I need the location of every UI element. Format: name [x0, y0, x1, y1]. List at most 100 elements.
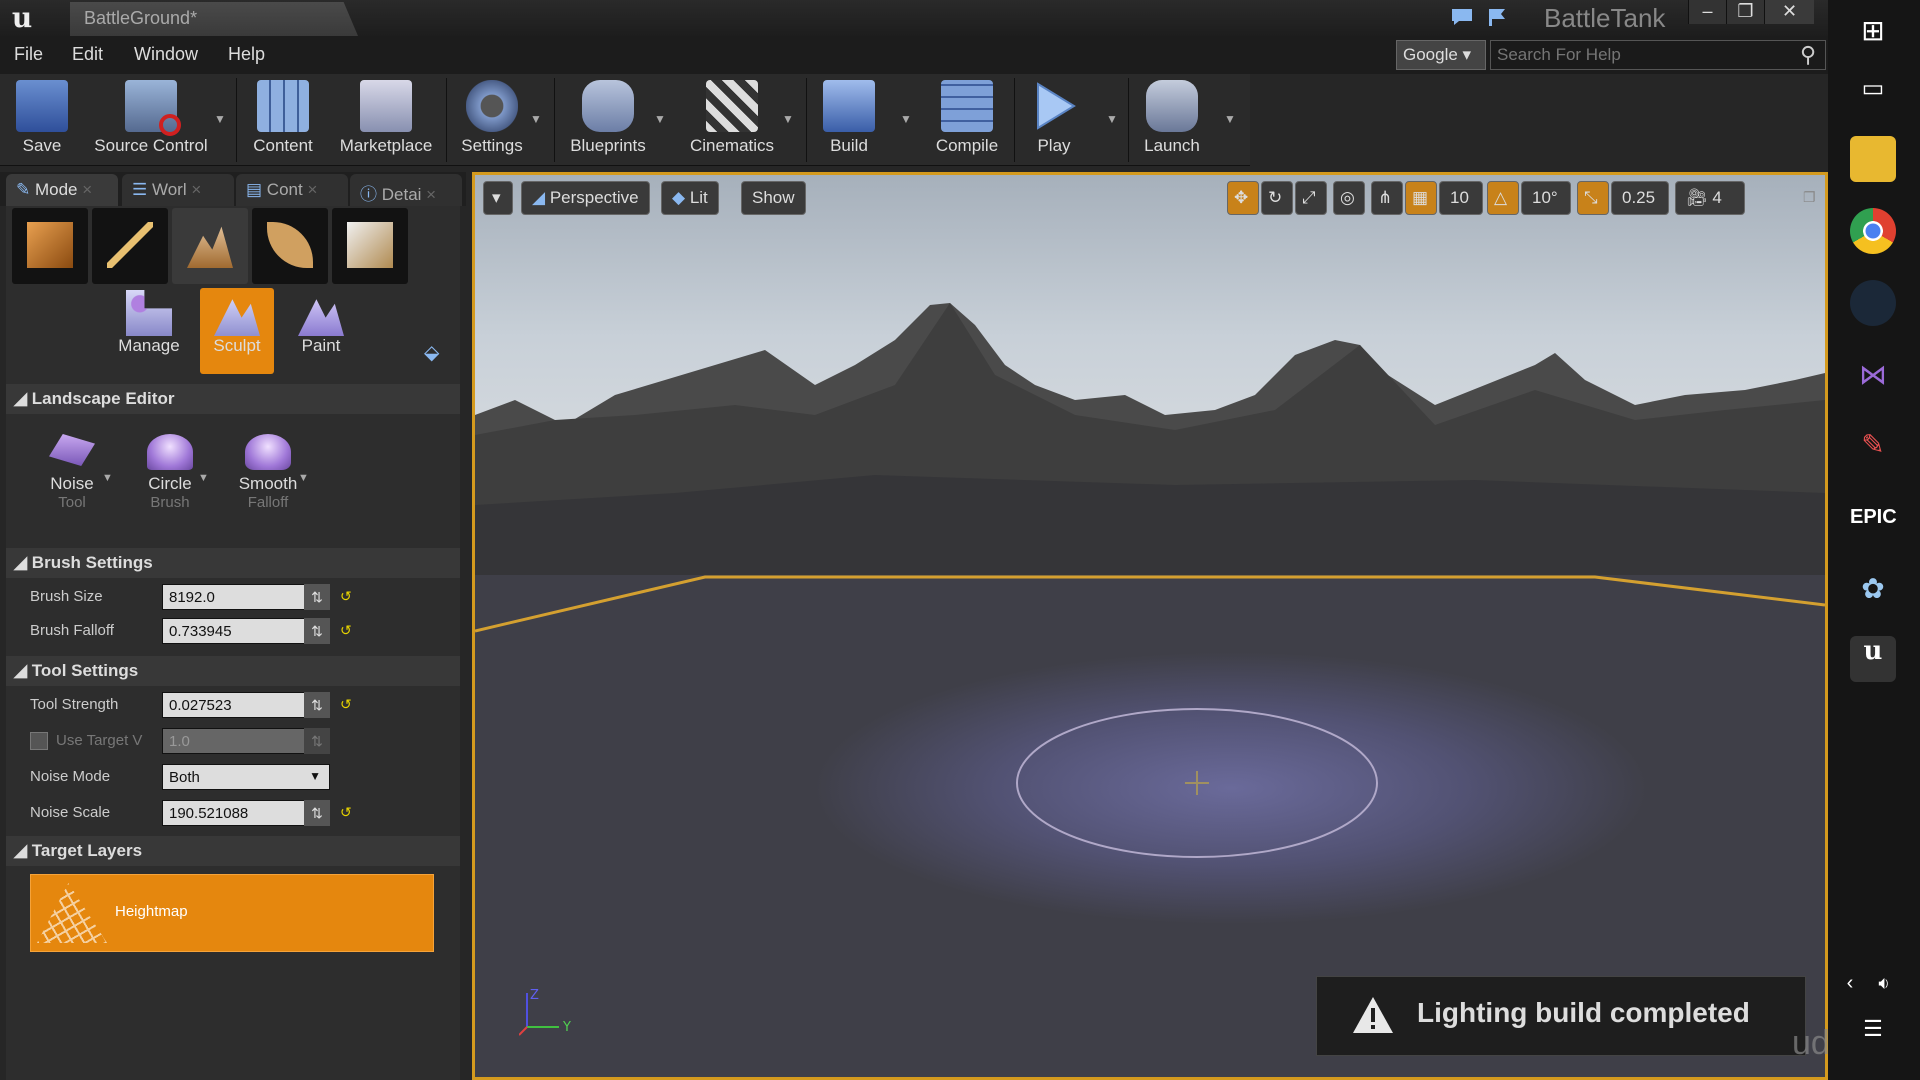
manage-tool-button[interactable]: Manage — [112, 288, 186, 374]
brush-falloff-reset-icon[interactable]: ↺ — [340, 622, 352, 639]
noise-scale-reset-icon[interactable]: ↺ — [340, 804, 352, 821]
level-tab[interactable]: BattleGround* — [70, 2, 358, 36]
settings-button[interactable]: Settings — [454, 74, 530, 166]
file-explorer-icon[interactable] — [1850, 136, 1896, 182]
perspective-button[interactable]: ◢ Perspective — [521, 181, 650, 215]
surface-snap-icon[interactable]: ⋔ — [1371, 181, 1403, 215]
blueprints-dropdown-icon[interactable]: ▼ — [654, 112, 666, 126]
tab-content-browser[interactable]: ▤ Cont × — [236, 174, 348, 206]
noise-tool-dropdown-icon[interactable]: ▼ — [102, 472, 113, 484]
grid-snap-value[interactable]: 10 — [1439, 181, 1483, 215]
rotation-snap-icon[interactable]: △ — [1487, 181, 1519, 215]
brush-size-spin-icon[interactable]: ⇅ — [304, 584, 330, 610]
launch-button[interactable]: Launch — [1136, 74, 1208, 166]
paint-mode-button[interactable] — [92, 208, 168, 284]
foliage-mode-button[interactable] — [252, 208, 328, 284]
unreal-engine-icon[interactable]: u — [1850, 636, 1896, 682]
smooth-falloff-dropdown-icon[interactable]: ▼ — [298, 472, 309, 484]
launch-dropdown-icon[interactable]: ▼ — [1224, 112, 1236, 126]
chevron-left-icon[interactable]: ‹ — [1840, 960, 1860, 1006]
tab-details[interactable]: ⓘ Detai × — [350, 174, 462, 206]
search-engine-select[interactable]: Google ▾ — [1396, 40, 1486, 70]
content-button[interactable]: Content — [246, 74, 320, 166]
paint-tool-button[interactable]: Paint — [284, 288, 358, 374]
build-dropdown-icon[interactable]: ▼ — [900, 112, 912, 126]
restore-button[interactable]: ❐ — [1726, 0, 1764, 24]
settings-dropdown-icon[interactable]: ▼ — [530, 112, 542, 126]
landscape-mode-button[interactable] — [172, 208, 248, 284]
play-button[interactable]: Play — [1022, 74, 1086, 166]
sculpt-tool-button[interactable]: Sculpt — [200, 288, 274, 374]
landscape-editor-header[interactable]: ◢ Landscape Editor — [6, 384, 460, 414]
menu-help[interactable]: Help — [228, 44, 265, 65]
level-viewport[interactable]: ▾ ◢ Perspective ◆ Lit Show ✥ ↻ ⤢ ◎ ⋔ ▦ 1… — [472, 172, 1828, 1080]
world-local-icon[interactable]: ◎ — [1333, 181, 1365, 215]
scale-icon[interactable]: ⤢ — [1295, 181, 1327, 215]
brush-size-reset-icon[interactable]: ↺ — [340, 588, 352, 605]
tab-world-outliner[interactable]: ☰ Worl × — [122, 174, 234, 206]
brush-falloff-spin-icon[interactable]: ⇅ — [304, 618, 330, 644]
play-dropdown-icon[interactable]: ▼ — [1106, 112, 1118, 126]
use-target-checkbox[interactable] — [30, 732, 48, 750]
unreal-logo-icon[interactable]: u — [6, 2, 38, 34]
close-button[interactable]: ✕ — [1764, 0, 1814, 24]
news-flag-icon[interactable] — [1486, 6, 1510, 28]
maximize-viewport-icon[interactable]: ❐ — [1803, 189, 1816, 206]
heightmap-layer[interactable]: Heightmap — [30, 874, 434, 952]
place-mode-button[interactable] — [12, 208, 88, 284]
translate-icon[interactable]: ✥ — [1227, 181, 1259, 215]
smooth-falloff-selector[interactable]: Smooth Falloff — [228, 434, 308, 511]
noise-tool-selector[interactable]: Noise Tool — [32, 434, 112, 511]
source-control-dropdown-icon[interactable]: ▼ — [214, 112, 226, 126]
search-icon[interactable]: ⚲ — [1800, 42, 1816, 68]
show-button[interactable]: Show — [741, 181, 806, 215]
rotate-icon[interactable]: ↻ — [1261, 181, 1293, 215]
network-app-icon[interactable]: ✿ — [1850, 566, 1896, 612]
marketplace-button[interactable]: Marketplace — [334, 74, 438, 166]
tool-strength-reset-icon[interactable]: ↺ — [340, 696, 352, 713]
marketplace-icon — [360, 80, 412, 132]
blueprints-button[interactable]: Blueprints — [562, 74, 654, 166]
geometry-mode-button[interactable] — [332, 208, 408, 284]
volume-icon[interactable]: 🔉︎ — [1872, 960, 1896, 1006]
minimize-button[interactable]: – — [1688, 0, 1726, 24]
noise-scale-spin-icon[interactable]: ⇅ — [304, 800, 330, 826]
help-search-input[interactable] — [1490, 40, 1826, 70]
tool-settings-title: Tool Settings — [31, 661, 139, 680]
cinematics-dropdown-icon[interactable]: ▼ — [782, 112, 794, 126]
menu-window[interactable]: Window — [134, 44, 198, 65]
tab-modes[interactable]: ✎ Mode × — [6, 174, 118, 206]
feedback-icon[interactable] — [1450, 6, 1474, 28]
menu-file[interactable]: File — [14, 44, 43, 65]
task-view-icon[interactable]: ▭ — [1850, 66, 1896, 112]
notifications-icon[interactable]: ☰ — [1850, 1006, 1896, 1052]
brush-settings-header[interactable]: ◢ Brush Settings — [6, 548, 460, 578]
menu-edit[interactable]: Edit — [72, 44, 103, 65]
steam-icon[interactable] — [1850, 280, 1896, 326]
source-control-button[interactable]: Source Control — [86, 74, 216, 166]
target-layers-header[interactable]: ◢ Target Layers — [6, 836, 460, 866]
epic-launcher-icon[interactable]: EPIC — [1850, 494, 1897, 540]
rotation-snap-value[interactable]: 10° — [1521, 181, 1571, 215]
cinematics-button[interactable]: Cinematics — [682, 74, 782, 166]
build-button[interactable]: Build — [814, 74, 884, 166]
visual-studio-icon[interactable]: ⋈ — [1850, 352, 1896, 398]
camera-speed-button[interactable]: 🎥︎ 4 — [1675, 181, 1745, 215]
viewport-options-button[interactable]: ▾ — [483, 181, 513, 215]
windows-start-icon[interactable]: ⊞ — [1850, 8, 1896, 54]
lit-button[interactable]: ◆ Lit — [661, 181, 719, 215]
tool-strength-spin-icon[interactable]: ⇅ — [304, 692, 330, 718]
chrome-icon[interactable] — [1850, 208, 1896, 254]
scale-snap-value[interactable]: 0.25 — [1611, 181, 1669, 215]
tool-settings-header[interactable]: ◢ Tool Settings — [6, 656, 460, 686]
noise-mode-select[interactable]: Both ▼ — [162, 764, 330, 790]
gear-icon — [466, 80, 518, 132]
compile-button[interactable]: Compile — [926, 74, 1008, 166]
circle-brush-dropdown-icon[interactable]: ▼ — [198, 472, 209, 484]
gamepad-icon — [582, 80, 634, 132]
save-button[interactable]: Save — [10, 74, 74, 166]
grid-snap-icon[interactable]: ▦ — [1405, 181, 1437, 215]
collapse-toolbar-icon[interactable]: ⬙ — [424, 340, 439, 365]
paint-app-icon[interactable]: ✎ — [1850, 422, 1896, 468]
scale-snap-icon[interactable]: ⤡ — [1577, 181, 1609, 215]
